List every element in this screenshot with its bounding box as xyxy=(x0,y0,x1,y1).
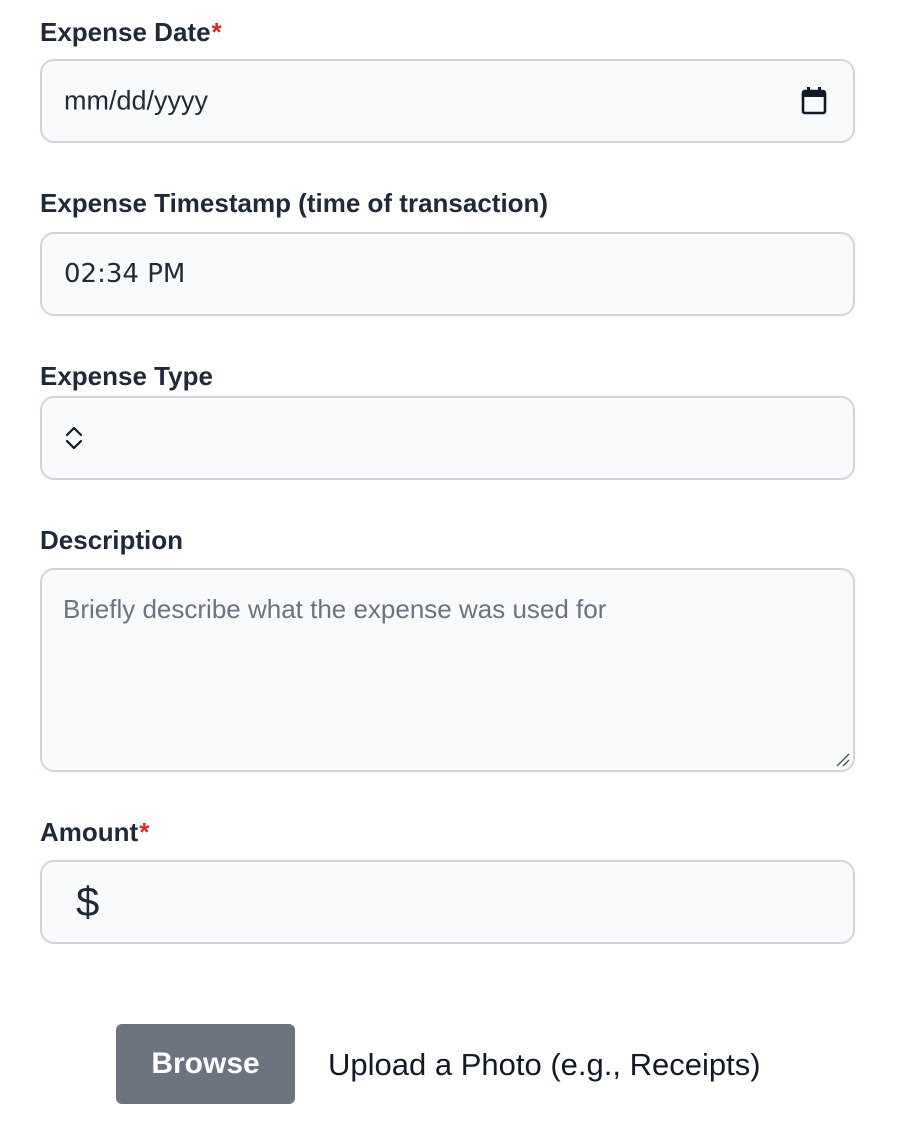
expense-timestamp-input[interactable]: 02:34 PM xyxy=(40,232,855,316)
amount-label-text: Amount xyxy=(40,817,139,847)
description-textarea[interactable]: Briefly describe what the expense was us… xyxy=(40,568,855,772)
expense-timestamp-value: 02:34 PM xyxy=(64,259,186,289)
browse-button[interactable]: Browse xyxy=(116,1024,295,1104)
expense-type-select[interactable] xyxy=(40,396,855,480)
expense-timestamp-label: Expense Timestamp (time of transaction) xyxy=(40,188,549,218)
required-marker: * xyxy=(139,817,150,847)
chevron-updown-icon xyxy=(64,425,84,451)
description-placeholder: Briefly describe what the expense was us… xyxy=(63,594,607,624)
resize-handle-icon[interactable] xyxy=(835,752,851,768)
expense-date-label: Expense Date* xyxy=(40,16,222,48)
upload-photo-label: Upload a Photo (e.g., Receipts) xyxy=(328,1047,761,1082)
expense-date-placeholder: mm/dd/yyyy xyxy=(64,85,209,116)
required-marker: * xyxy=(211,17,222,47)
calendar-icon[interactable] xyxy=(801,87,827,115)
expense-type-label: Expense Type xyxy=(40,361,213,391)
currency-symbol: $ xyxy=(76,878,100,925)
amount-input[interactable]: $ xyxy=(40,860,855,944)
expense-date-input[interactable]: mm/dd/yyyy xyxy=(40,59,855,143)
expense-form: Expense Date* mm/dd/yyyy Expense Timesta… xyxy=(0,0,910,1139)
expense-date-label-text: Expense Date xyxy=(40,17,211,47)
description-label: Description xyxy=(40,525,184,555)
amount-label: Amount* xyxy=(40,816,149,848)
